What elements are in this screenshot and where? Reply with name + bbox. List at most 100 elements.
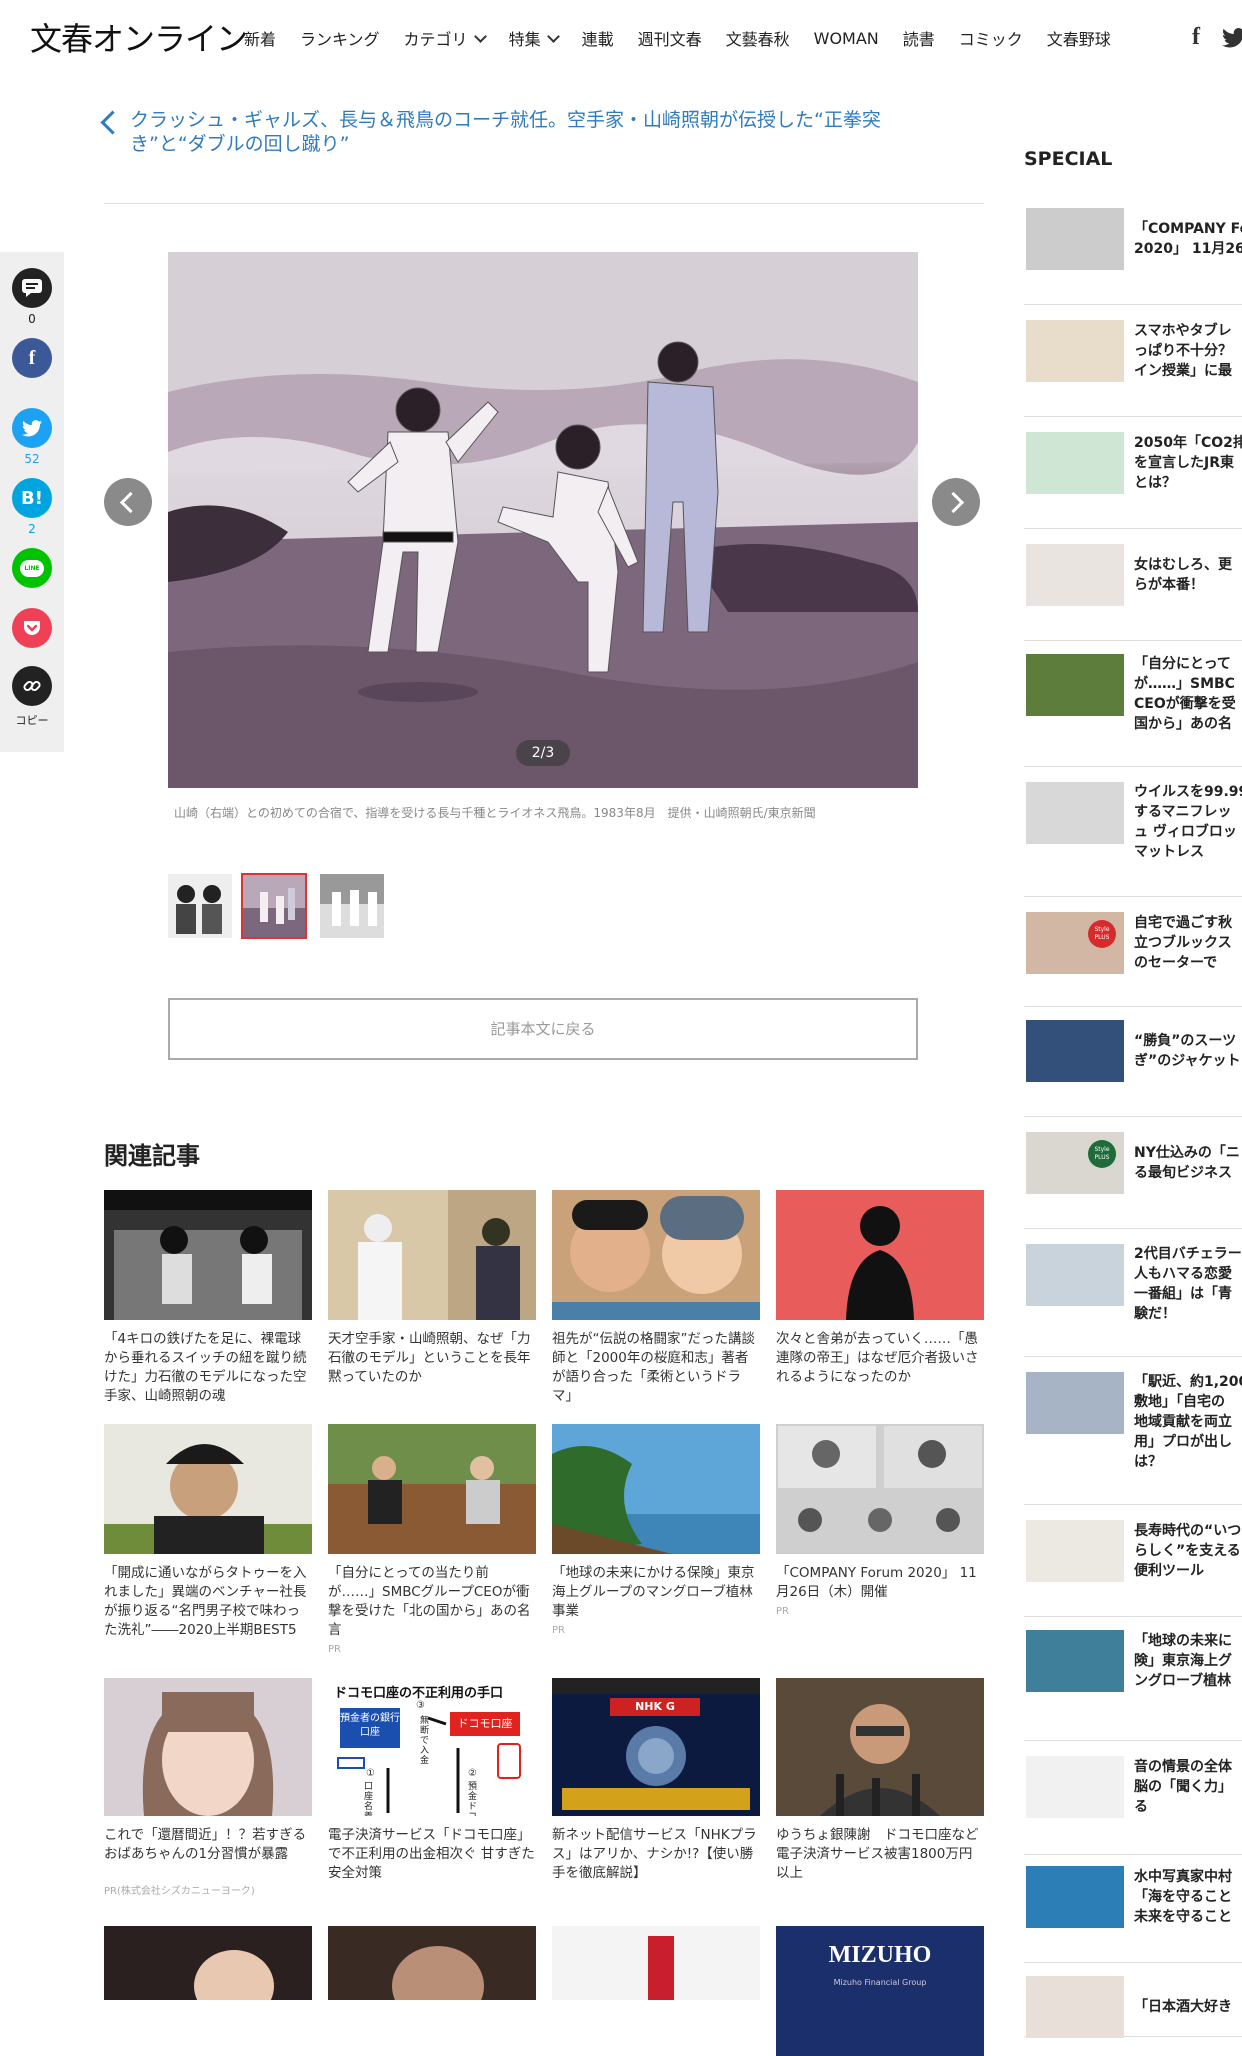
nav-item-books[interactable]: 読書 — [903, 26, 935, 50]
special-item-image — [1026, 782, 1124, 844]
related-card[interactable]: これで「還暦間近」！？若すぎるおばあちゃんの1分習慣が暴露 PR(株式会社シズカ… — [104, 1678, 312, 1897]
nav-item-shukan-bunshun[interactable]: 週刊文春 — [638, 26, 702, 50]
nav-label: カテゴリ — [403, 30, 468, 49]
special-item-title-line: 地域貢献を両立 — [1134, 1414, 1232, 1430]
special-item-title-line: “勝負”のスーツ — [1134, 1033, 1237, 1049]
gallery-next-button[interactable] — [932, 478, 980, 526]
special-item-title-line: 水中写真家中村 — [1134, 1869, 1232, 1885]
special-item[interactable]: 長寿時代の“いつ らしく”を支える 便利ツール — [1024, 1520, 1242, 1617]
card-title: ゆうちょ銀陳謝 ドコモ口座など電子決済サービス被害1800万円以上 — [776, 1827, 979, 1881]
special-item-image — [1026, 1372, 1124, 1434]
copy-link-button[interactable] — [12, 666, 52, 706]
facebook-share-button[interactable]: f — [12, 338, 52, 378]
nav-label: 連載 — [581, 30, 614, 49]
special-item-title-line: 一番組」は「青 — [1134, 1286, 1232, 1302]
special-item-image — [1026, 654, 1124, 716]
related-card[interactable]: 「自分にとっての当たり前が……」SMBCグループCEOが衝撃を受けた「北の国から… — [328, 1424, 536, 1655]
card-title: 「4キロの鉄げたを足に、裸電球から垂れるスイッチの紐を蹴り続けた」力石徹のモデル… — [104, 1331, 307, 1404]
special-item-title: 「自分にとって が……」SMBC CEOが衝撃を受 国から」あの名 — [1134, 654, 1242, 734]
related-card[interactable]: 「開成に通いながらタトゥーを入れました」異端のベンチャー社長が振り返る“名門男子… — [104, 1424, 312, 1640]
special-item-image — [1026, 1756, 1124, 1818]
related-card[interactable]: ドコモ口座の不正利用の手口 預金者の銀行口座 ドコモ口座 ③ 無断で入金 ① 口… — [328, 1678, 536, 1883]
style-plus-badge: Style PLUS — [1088, 1140, 1116, 1168]
related-card[interactable]: MIZUHO Mizuho Financial Group — [776, 1926, 984, 2056]
nav-item-feature[interactable]: 特集 — [509, 26, 560, 50]
card-title: 電子決済サービス「ドコモ口座」で不正利用の出金相次ぐ 甘すぎた安全対策 — [328, 1827, 535, 1881]
nav-item-bungeishunju[interactable]: 文藝春秋 — [726, 26, 790, 50]
special-item-title-line: 「COMPANY Fo — [1134, 221, 1242, 237]
card-title: 「自分にとっての当たり前が……」SMBCグループCEOが衝撃を受けた「北の国から… — [328, 1565, 531, 1638]
thumb-image — [320, 874, 384, 938]
special-item-image — [1026, 544, 1124, 606]
special-item[interactable]: 2050年「CO2排 を宣言したJR東 とは？ — [1024, 432, 1242, 529]
nav-item-woman[interactable]: WOMAN — [814, 26, 879, 50]
special-item-title: スマホやタブレ っぱり不十分？ イン授業」に最 — [1134, 321, 1242, 381]
twitter-icon[interactable] — [1222, 28, 1242, 48]
related-card[interactable]: 「4キロの鉄げたを足に、裸電球から垂れるスイッチの紐を蹴り続けた」力石徹のモデル… — [104, 1190, 312, 1406]
gallery-thumb-3[interactable] — [320, 874, 384, 938]
card-image — [552, 1424, 760, 1554]
related-card[interactable] — [552, 1926, 760, 2056]
related-card[interactable]: ゆうちょ銀陳謝 ドコモ口座など電子決済サービス被害1800万円以上 — [776, 1678, 984, 1883]
related-card[interactable]: 祖先が“伝説の格闘家”だった講談師と「2000年の桜庭和志」著者が語り合った「柔… — [552, 1190, 760, 1406]
nav-label: 文藝春秋 — [725, 30, 790, 49]
special-item-title-line: 2050年「CO2排 — [1134, 435, 1242, 451]
related-card[interactable]: 天才空手家・山崎照朝、なぜ「力石徹のモデル」ということを長年黙っていたのか — [328, 1190, 536, 1387]
hatena-share-button[interactable]: B! — [12, 478, 52, 518]
gallery-thumb-1[interactable] — [168, 874, 232, 938]
related-card[interactable]: 次々と舎弟が去っていく……「愚連隊の帝王」はなぜ厄介者扱いされるようになったのか — [776, 1190, 984, 1387]
special-item[interactable]: 女はむしろ、更 らが本番！ — [1024, 544, 1242, 641]
pocket-share-button[interactable] — [12, 608, 52, 648]
special-item[interactable]: 「COMPANY Fo 2020」 11月26日 — [1024, 208, 1242, 305]
card-image — [104, 1424, 312, 1554]
card-title: 次々と舎弟が去っていく……「愚連隊の帝王」はなぜ厄介者扱いされるようになったのか — [776, 1331, 979, 1385]
special-item[interactable]: 水中写真家中村 「海を守ること 未来を守ること — [1024, 1866, 1242, 1963]
gallery-photo — [168, 252, 918, 788]
special-item-title-line: 自宅で過ごす秋 — [1134, 915, 1233, 931]
special-item-title: 2代目バチェラー 人もハマる恋愛 一番組」は「青 験だ！ — [1134, 1244, 1242, 1324]
special-item[interactable]: スマホやタブレ っぱり不十分？ イン授業」に最 — [1024, 320, 1242, 417]
gallery-thumb-2[interactable] — [241, 873, 307, 939]
nav-item-new[interactable]: 新着 — [244, 26, 276, 50]
special-item-image: Style PLUS — [1026, 912, 1124, 974]
special-item[interactable]: 「地球の未来に 険」東京海上グ ングローブ植林 — [1024, 1630, 1242, 1741]
thumb-image — [242, 874, 306, 938]
back-to-article-button[interactable]: 記事本文に戻る — [168, 998, 918, 1060]
nav-item-series[interactable]: 連載 — [582, 26, 614, 50]
special-item[interactable]: 2代目バチェラー 人もハマる恋愛 一番組」は「青 験だ！ — [1024, 1244, 1242, 1357]
special-item[interactable]: 「日本酒大好き — [1024, 1976, 1242, 2038]
line-share-button[interactable]: LINE — [12, 548, 52, 588]
site-logo[interactable]: 文春オンライン — [30, 14, 248, 60]
special-item[interactable]: ウイルスを99.99 するマニフレッュ ヴィロブロッ マットレス — [1024, 782, 1242, 897]
related-card[interactable] — [328, 1926, 536, 2056]
related-card[interactable] — [104, 1926, 312, 2056]
special-item[interactable]: Style PLUS 自宅で過ごす秋 立つブルックス のセーターで — [1024, 912, 1242, 1007]
related-card[interactable]: 「地球の未来にかける保険」東京海上グループのマングローブ植林事業 PR — [552, 1424, 760, 1636]
facebook-icon[interactable]: f — [1192, 24, 1200, 51]
special-item-title-line: マットレス — [1134, 844, 1204, 860]
special-item[interactable]: “勝負”のスーツ ぎ”のジャケット — [1024, 1020, 1242, 1117]
special-item-title-line: 脳の「聞く力」 — [1134, 1779, 1232, 1795]
nav-item-comic[interactable]: コミック — [959, 26, 1023, 50]
related-card[interactable]: 「COMPANY Forum 2020」 11月26日（木）開催 PR — [776, 1424, 984, 1617]
gallery-prev-button[interactable] — [104, 478, 152, 526]
special-item[interactable]: 「自分にとって が……」SMBC CEOが衝撃を受 国から」あの名 — [1024, 654, 1242, 767]
nav-item-baseball[interactable]: 文春野球 — [1047, 26, 1111, 50]
comment-button[interactable] — [12, 268, 52, 308]
related-card[interactable]: NHK G 新ネット配信サービス「NHKプラス」はアリか、ナシか!?【使い勝手を… — [552, 1678, 760, 1883]
special-item-title-line: 「日本酒大好き — [1134, 1999, 1232, 2015]
nav-item-ranking[interactable]: ランキング — [300, 26, 380, 50]
special-item[interactable]: 「駅近、約1,200 敷地」「自宅の 地域貢献を両立 用」プロが出し は？ — [1024, 1372, 1242, 1505]
twitter-share-button[interactable] — [12, 408, 52, 448]
card-title: 天才空手家・山崎照朝、なぜ「力石徹のモデル」ということを長年黙っていたのか — [328, 1331, 531, 1385]
special-item-title-line: 女はむしろ、更 — [1134, 557, 1232, 573]
chevron-left-icon[interactable] — [100, 110, 125, 135]
special-item[interactable]: 音の情景の全体 脳の「聞く力」る — [1024, 1756, 1242, 1855]
related-heading: 関連記事 — [104, 1141, 200, 1170]
nav-item-category[interactable]: カテゴリ — [403, 26, 487, 50]
special-item-title-line: 「駅近、約1,200 — [1134, 1374, 1242, 1390]
article-title-link[interactable]: クラッシュ・ギャルズ、長与＆飛鳥のコーチ就任。空手家・山崎照朝が伝授した“正拳突… — [130, 108, 930, 156]
nav-label: WOMAN — [813, 28, 879, 48]
chevron-down-icon — [546, 29, 560, 43]
special-item[interactable]: Style PLUS NY仕込みの「ニ る最旬ビジネス — [1024, 1132, 1242, 1229]
